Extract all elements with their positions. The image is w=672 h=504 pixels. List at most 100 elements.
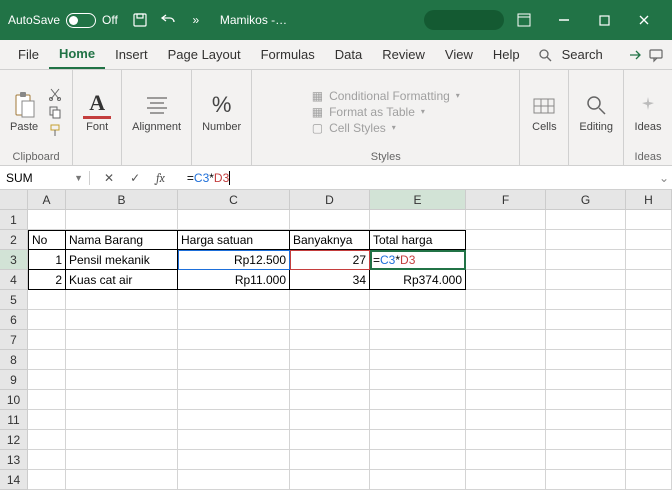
cell[interactable] (546, 210, 626, 230)
format-as-table-button[interactable]: ▦Format as Table▾ (312, 105, 460, 119)
cell[interactable] (466, 410, 546, 430)
cell[interactable] (546, 330, 626, 350)
cancel-formula-icon[interactable]: ✕ (104, 171, 114, 185)
cell[interactable] (466, 470, 546, 490)
cell[interactable] (290, 410, 370, 430)
cell[interactable] (466, 450, 546, 470)
col-header[interactable]: B (66, 190, 178, 210)
cell[interactable] (66, 310, 178, 330)
cell[interactable] (178, 370, 290, 390)
editing-button[interactable]: Editing (579, 91, 613, 133)
cell[interactable] (370, 310, 466, 330)
cell[interactable] (178, 430, 290, 450)
row-header[interactable]: 2 (0, 230, 28, 250)
cell[interactable]: Harga satuan (178, 230, 290, 250)
tab-file[interactable]: File (8, 41, 49, 68)
cell[interactable] (626, 370, 672, 390)
cell[interactable] (626, 450, 672, 470)
row-header[interactable]: 3 (0, 250, 28, 270)
cell[interactable] (178, 290, 290, 310)
row-header[interactable]: 11 (0, 410, 28, 430)
row-header[interactable]: 12 (0, 430, 28, 450)
cell[interactable]: Rp11.000 (178, 270, 290, 290)
col-header[interactable]: A (28, 190, 66, 210)
cell[interactable]: Kuas cat air (66, 270, 178, 290)
tab-page-layout[interactable]: Page Layout (158, 41, 251, 68)
cell[interactable]: 2 (28, 270, 66, 290)
cell[interactable] (178, 350, 290, 370)
cell[interactable] (28, 290, 66, 310)
cell[interactable] (626, 290, 672, 310)
cell[interactable] (626, 470, 672, 490)
cell[interactable]: Pensil mekanik (66, 250, 178, 270)
worksheet-grid[interactable]: 12NoNama BarangHarga satuanBanyaknyaTota… (0, 210, 672, 490)
cell[interactable] (370, 210, 466, 230)
cell[interactable] (178, 210, 290, 230)
cell[interactable] (466, 250, 546, 270)
search-icon[interactable] (538, 48, 552, 62)
cell[interactable] (66, 450, 178, 470)
cell[interactable] (66, 390, 178, 410)
maximize-icon[interactable] (584, 0, 624, 40)
cell[interactable] (66, 370, 178, 390)
cell[interactable] (466, 390, 546, 410)
cell[interactable] (546, 370, 626, 390)
cell[interactable] (66, 410, 178, 430)
cell[interactable] (626, 430, 672, 450)
row-header[interactable]: 6 (0, 310, 28, 330)
cell[interactable] (546, 250, 626, 270)
cell[interactable]: Total harga (370, 230, 466, 250)
col-header[interactable]: F (466, 190, 546, 210)
cell[interactable] (466, 230, 546, 250)
cell[interactable] (546, 410, 626, 430)
ideas-button[interactable]: Ideas (634, 91, 662, 133)
row-header[interactable]: 1 (0, 210, 28, 230)
cell[interactable] (466, 290, 546, 310)
cell[interactable] (626, 330, 672, 350)
cell[interactable] (626, 390, 672, 410)
cell[interactable] (626, 230, 672, 250)
name-box[interactable]: SUM ▼ (0, 171, 90, 185)
cell[interactable] (466, 370, 546, 390)
cell[interactable] (290, 210, 370, 230)
cut-icon[interactable] (48, 87, 62, 101)
cell[interactable] (546, 450, 626, 470)
cell[interactable] (290, 370, 370, 390)
undo-icon[interactable] (160, 12, 176, 28)
row-header[interactable]: 5 (0, 290, 28, 310)
cell[interactable]: 27 (290, 250, 370, 270)
row-header[interactable]: 4 (0, 270, 28, 290)
row-header[interactable]: 7 (0, 330, 28, 350)
cell[interactable] (28, 370, 66, 390)
cell[interactable] (178, 450, 290, 470)
cell[interactable] (466, 330, 546, 350)
close-icon[interactable] (624, 0, 664, 40)
cell[interactable] (28, 350, 66, 370)
minimize-icon[interactable] (544, 0, 584, 40)
cell[interactable] (546, 470, 626, 490)
cell[interactable]: 1 (28, 250, 66, 270)
more-icon[interactable]: » (188, 12, 204, 28)
cells-button[interactable]: Cells (530, 91, 558, 133)
alignment-button[interactable]: Alignment (132, 91, 181, 133)
cell[interactable] (28, 210, 66, 230)
row-header[interactable]: 8 (0, 350, 28, 370)
paste-button[interactable]: Paste (10, 91, 38, 133)
cell[interactable] (66, 210, 178, 230)
cell[interactable] (66, 350, 178, 370)
cell[interactable] (370, 410, 466, 430)
cell[interactable] (546, 350, 626, 370)
tab-review[interactable]: Review (372, 41, 435, 68)
format-painter-icon[interactable] (48, 123, 62, 137)
cell[interactable] (546, 390, 626, 410)
cell[interactable] (28, 410, 66, 430)
tab-formulas[interactable]: Formulas (251, 41, 325, 68)
cell[interactable] (28, 330, 66, 350)
row-header[interactable]: 14 (0, 470, 28, 490)
tab-view[interactable]: View (435, 41, 483, 68)
cell[interactable] (546, 290, 626, 310)
col-header[interactable]: E (370, 190, 466, 210)
cell[interactable] (466, 430, 546, 450)
cell[interactable] (370, 290, 466, 310)
font-button[interactable]: A Font (83, 91, 111, 133)
